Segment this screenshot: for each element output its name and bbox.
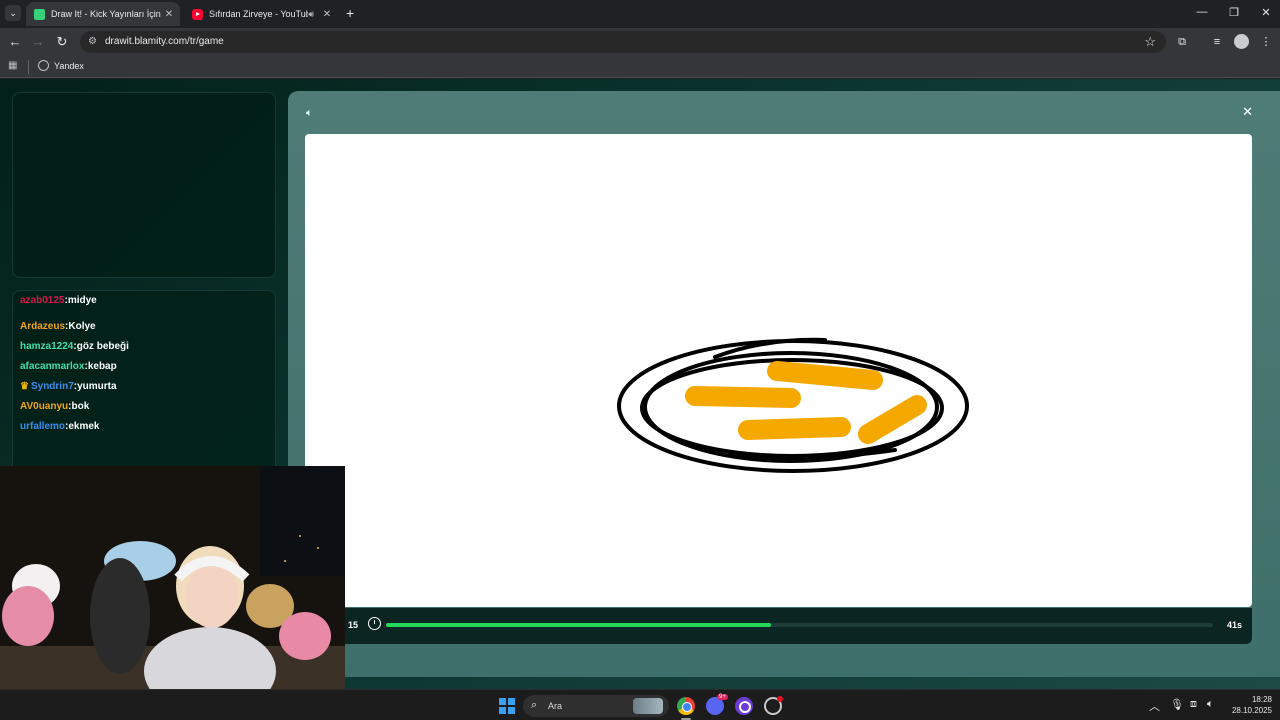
tab-strip: ⌄ Draw It! - Kick Yayınları İçin Çizim ✕… [0,0,1280,28]
search-icon: ⌕ [531,699,538,711]
chat-message: Ardazeus:Kolye [20,321,96,332]
star-icon[interactable]: ☆ [1144,34,1156,50]
search-highlight-thumbnail [633,698,663,714]
drawing [617,337,969,473]
timer-progress [386,623,771,627]
chat-username: azab0125 [20,295,65,306]
windows-start-icon[interactable] [499,698,515,714]
chat-message: urfallemo:ekmek [20,421,100,432]
url-text[interactable]: drawit.blamity.com/tr/game [105,36,224,47]
kebab-menu-icon[interactable]: ⋮ [1258,34,1274,50]
globe-icon [38,60,49,71]
arrow-right-icon[interactable]: → [30,34,46,50]
tab-close-icon[interactable]: ✕ [320,9,334,20]
chat-message: hamza1224:göz bebeği [20,341,129,352]
arrow-left-icon[interactable]: ← [7,34,23,50]
chat-username: Syndrin7 [30,381,74,392]
tab-drawit[interactable]: Draw It! - Kick Yayınları İçin Çizim ✕ [26,2,180,26]
chat-username: afacanmarlox [20,361,85,372]
address-bar[interactable]: ⚙ drawit.blamity.com/tr/game ☆ [80,31,1166,53]
taskbar-search[interactable]: ⌕ Ara [523,695,669,717]
round-number: 15 [348,620,359,630]
restore-icon[interactable]: ❐ [1224,6,1244,19]
chat-message: afacanmarlox:kebap [20,361,117,372]
speaker-icon[interactable]: 🔈︎ [306,107,313,120]
chat-text: midye [67,295,97,306]
webcam-overlay [0,466,345,690]
timer-track [386,623,1213,627]
chevron-up-icon[interactable]: ︿ [1149,698,1160,714]
game-panel: 🔈︎ ✕ 15 41s [288,91,1280,677]
chat-message: azab0125:midye [20,295,97,306]
alert-dot [777,696,783,702]
bookmark-label: Yandex [54,60,84,71]
fries [685,361,927,444]
stopwatch-icon [368,617,381,630]
browser-toolbar: ← → ↻ ⚙ drawit.blamity.com/tr/game ☆ ⧉ ≡… [0,28,1280,56]
chat-username: Ardazeus [20,321,66,332]
drawing-canvas[interactable] [305,134,1252,607]
chevron-down-icon[interactable]: ⌄ [5,5,21,21]
info-panel [12,92,276,278]
youtube-favicon-icon [192,8,203,20]
seconds-left: 41s [1226,620,1242,630]
chat-username: hamza1224 [20,341,74,352]
audio-playing-icon[interactable]: 🔊︎ [308,9,314,20]
tab-youtube[interactable]: Sıfırdan Zirveye - YouTube 🔊︎ ✕ [184,2,338,26]
app-icon[interactable] [764,696,783,715]
webcam-image [0,466,345,690]
chat-message: ♛ Syndrin7:yumurta [20,381,117,392]
microphone-icon[interactable]: 🎙︎ [1170,698,1184,711]
tab-close-icon[interactable]: ✕ [162,9,176,20]
chat-text: bok [71,401,90,412]
tab-title: Sıfırdan Zirveye - YouTube [209,9,309,19]
search-placeholder: Ara [548,701,563,711]
chat-text: yumurta [77,381,117,392]
window-close-icon[interactable]: ✕ [1256,6,1276,19]
reload-icon[interactable]: ↻ [54,34,70,50]
volume-icon[interactable]: 🔈︎ [1207,698,1214,711]
chat-message: AV0uanyu:bok [20,401,90,412]
bookmark-yandex[interactable]: Yandex [38,60,84,71]
crown-icon: ♛ [20,381,29,392]
network-icon[interactable]: ⧈ [1190,698,1197,711]
puzzle-icon[interactable]: ⧉ [1174,34,1190,50]
clock-date: 28.10.2025 [1231,706,1272,715]
chat-text: Kolye [68,321,96,332]
drawit-favicon-icon [34,8,45,20]
minimize-icon[interactable]: — [1192,6,1212,18]
divider [28,60,29,74]
chat-username: AV0uanyu [20,401,69,412]
close-icon[interactable]: ✕ [1242,104,1253,120]
notification-badge: 9+ [717,694,728,700]
taskbar: ⌕ Ara 9+ ︿ 🎙︎ ⧈ 🔈︎ 18:28 28.10.2025 [0,689,1280,720]
avatar[interactable] [1234,34,1249,49]
tune-icon[interactable]: ⚙ [88,36,100,48]
new-tab-icon[interactable]: + [346,6,354,20]
tab-title: Draw It! - Kick Yayınları İçin Çizim [51,9,162,19]
app-circle-icon[interactable] [735,697,753,715]
clock-time: 18:28 [1251,695,1272,704]
chrome-icon[interactable] [677,697,695,715]
chat-text: kebap [87,361,117,372]
bookmarks-bar: ▦ Yandex [0,56,1280,78]
chat-username: urfallemo [20,421,66,432]
chat-text: ekmek [68,421,100,432]
discord-icon[interactable]: 9+ [706,694,728,715]
round-timer: 15 41s [288,608,1252,644]
chat-text: göz bebeği [76,341,129,352]
apps-grid-icon[interactable]: ▦ [8,60,19,71]
system-clock[interactable]: 18:28 28.10.2025 [1226,694,1272,716]
media-control-icon[interactable]: ≡ [1209,34,1225,50]
